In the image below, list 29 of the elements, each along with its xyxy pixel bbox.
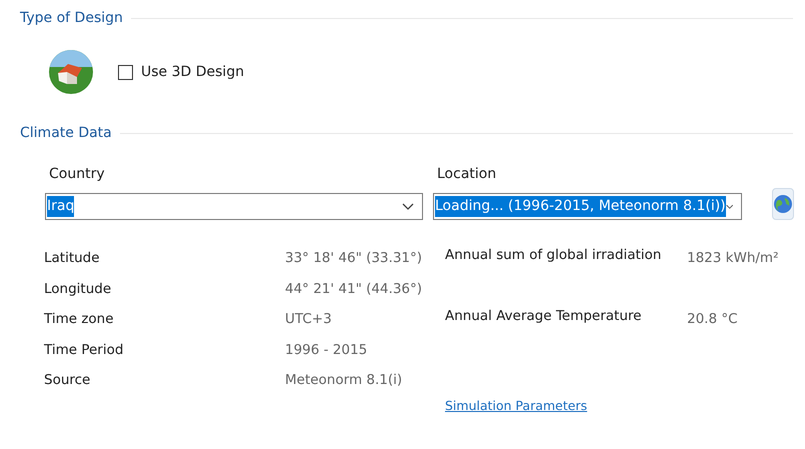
info-label: Time zone [44, 310, 115, 329]
result-value: 20.8 °C [687, 310, 739, 329]
dropdown-value: Iraq [47, 196, 74, 217]
info-value: 33° 18' 46" (33.31°) [285, 249, 424, 268]
globe-icon [773, 194, 793, 214]
checkbox-label: Use 3D Design [141, 62, 244, 82]
info-value: Meteonorm 8.1(i) [285, 371, 404, 390]
result-label: Annual sum of global irradiation [445, 246, 662, 265]
dropdown-value: Loading... (1996-2015, Meteonorm 8.1(i)) [435, 196, 726, 217]
info-label: Time Period [44, 340, 124, 360]
checkbox[interactable] [118, 64, 133, 80]
simulation-parameters-link[interactable]: Simulation Parameters [445, 396, 588, 416]
info-label: Source [44, 371, 92, 390]
result-value: 1823 kWh/m² [687, 249, 780, 268]
section-title: Type of Design [20, 9, 123, 28]
info-label: Latitude [44, 249, 101, 268]
info-value: UTC+3 [285, 310, 333, 329]
caret-icon [726, 202, 733, 210]
info-value: 1996 - 2015 [285, 340, 368, 360]
result-label: Annual Average Temperature [445, 307, 642, 326]
dropdown[interactable]: Loading... (1996-2015, Meteonorm 8.1(i)) [433, 193, 742, 220]
info-label: Longitude [44, 280, 112, 298]
field-label: Location [436, 165, 498, 184]
globe-button[interactable] [772, 188, 794, 220]
dropdown[interactable]: Iraq [45, 193, 423, 220]
caret-icon [402, 202, 414, 210]
info-value: 44° 21' 41" (44.36°) [285, 280, 424, 298]
field-label: Country [48, 165, 106, 184]
section-title: Climate Data [20, 124, 112, 143]
